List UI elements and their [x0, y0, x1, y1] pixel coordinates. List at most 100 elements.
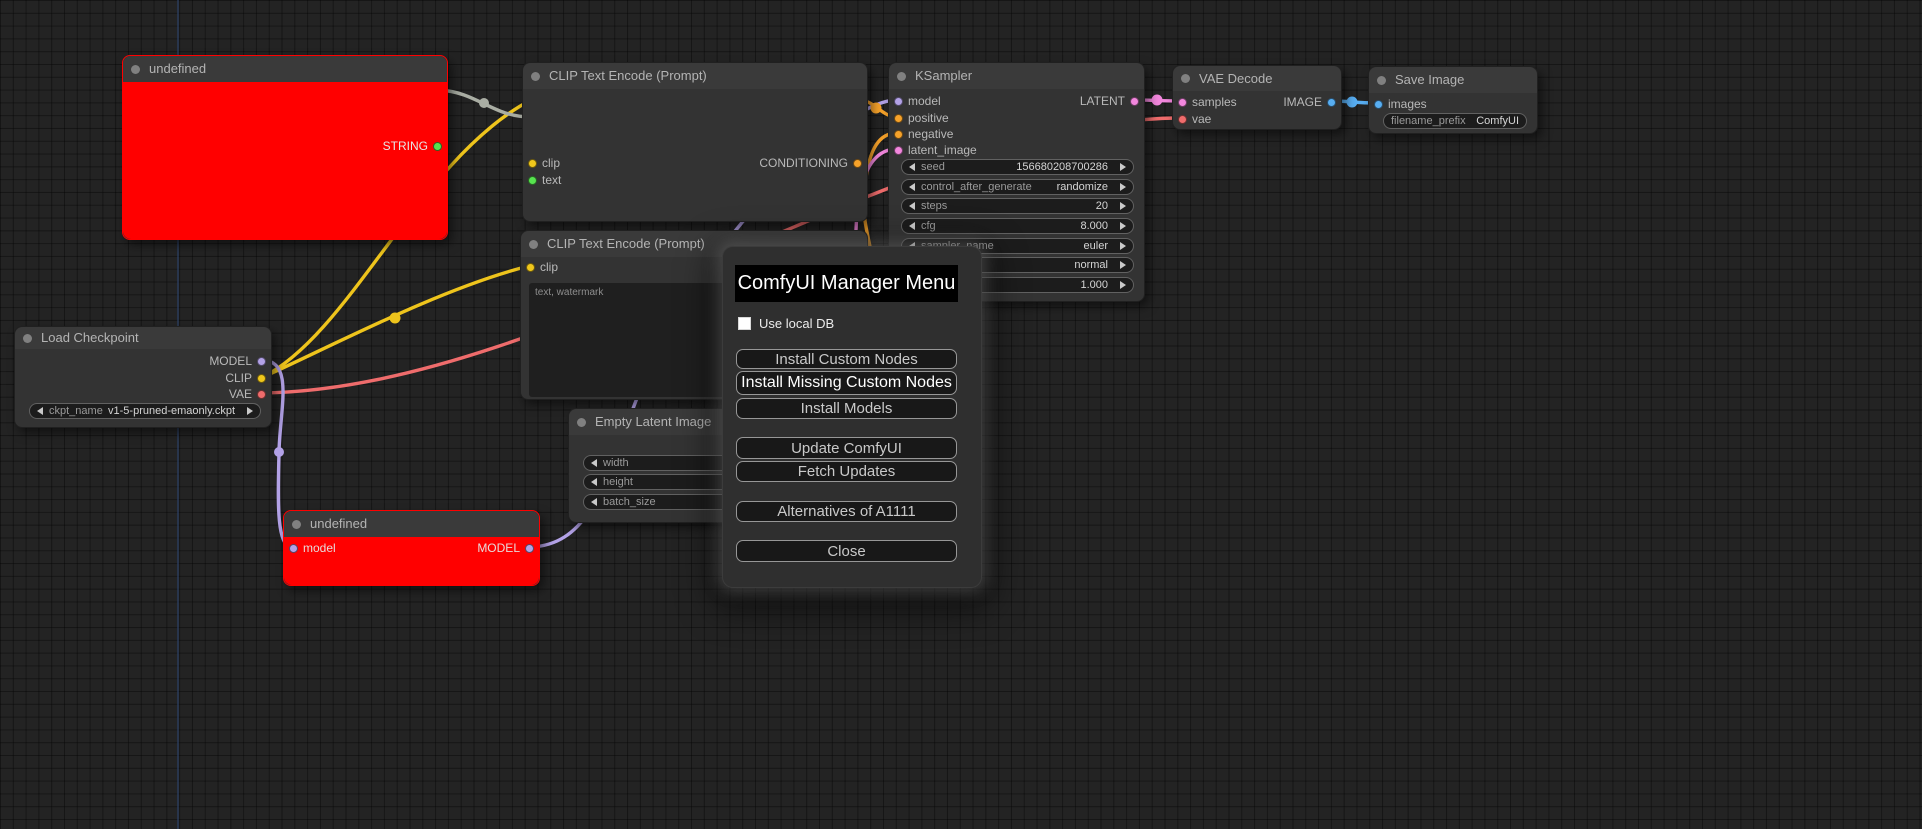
slot-dot[interactable]	[894, 129, 903, 139]
widget-seed[interactable]: seed 156680208700286	[901, 159, 1134, 175]
graph-canvas[interactable]: { "colors": { "wire": { "clip": "#eec41c…	[0, 0, 1922, 829]
collapse-dot-icon[interactable]	[897, 72, 906, 81]
slot-dot[interactable]	[525, 543, 534, 553]
install-models-button[interactable]: Install Models	[736, 398, 957, 419]
comfyui-manager-dialog: ComfyUI Manager Menu Use local DB Instal…	[722, 246, 982, 588]
widget-ckpt-name[interactable]: ckpt_name v1-5-pruned-emaonly.ckpt	[29, 403, 261, 419]
input-slot-clip: clip	[521, 259, 641, 275]
widget-cfg[interactable]: cfg 8.000	[901, 218, 1134, 234]
node-header[interactable]: KSampler	[889, 63, 1144, 89]
decrement-arrow-icon[interactable]	[909, 183, 915, 191]
increment-arrow-icon[interactable]	[1120, 242, 1126, 250]
input-slot-text: text	[523, 172, 643, 188]
input-label: clip	[542, 156, 561, 170]
widget-control-after-generate[interactable]: control_after_generate randomize	[901, 179, 1134, 195]
increment-arrow-icon[interactable]	[1120, 202, 1126, 210]
collapse-dot-icon[interactable]	[1377, 76, 1386, 85]
fetch-updates-button[interactable]: Fetch Updates	[736, 461, 957, 482]
increment-arrow-icon[interactable]	[1120, 163, 1126, 171]
node-title: CLIP Text Encode (Prompt)	[549, 68, 707, 83]
node-header[interactable]: Load Checkpoint	[15, 327, 271, 349]
widget-label: control_after_generate	[921, 181, 1032, 193]
install-custom-nodes-button[interactable]: Install Custom Nodes	[736, 349, 957, 369]
increment-arrow-icon[interactable]	[1120, 261, 1126, 269]
slot-dot[interactable]	[528, 175, 537, 185]
slot-dot[interactable]	[1374, 99, 1383, 109]
slot-dot[interactable]	[1130, 96, 1139, 106]
collapse-dot-icon[interactable]	[529, 240, 538, 249]
widget-filename-prefix[interactable]: filename_prefix ComfyUI	[1383, 113, 1527, 129]
input-slot-positive: positive	[889, 110, 1019, 126]
widget-value: randomize	[1056, 181, 1108, 193]
input-label: latent_image	[908, 143, 977, 157]
link-dot-model[interactable]	[274, 447, 284, 457]
decrement-arrow-icon[interactable]	[909, 163, 915, 171]
collapse-dot-icon[interactable]	[577, 418, 586, 427]
decrement-arrow-icon[interactable]	[37, 407, 43, 415]
close-button[interactable]: Close	[736, 540, 957, 562]
link-dot-string[interactable]	[479, 98, 489, 108]
update-comfyui-button[interactable]: Update ComfyUI	[736, 437, 957, 459]
input-slot-latent-image: latent_image	[889, 142, 1019, 158]
increment-arrow-icon[interactable]	[1120, 281, 1126, 289]
decrement-arrow-icon[interactable]	[591, 459, 597, 467]
collapse-dot-icon[interactable]	[531, 72, 540, 81]
node-title: CLIP Text Encode (Prompt)	[547, 236, 705, 251]
output-slot-string: STRING	[327, 138, 447, 154]
node-vae-decode[interactable]: VAE Decode samples vae IMAGE	[1172, 65, 1342, 130]
slot-dot[interactable]	[257, 356, 266, 366]
collapse-dot-icon[interactable]	[131, 65, 140, 74]
link-dot-conditioning-positive[interactable]	[870, 102, 882, 114]
output-label: MODEL	[477, 541, 520, 555]
alternatives-of-a1111-button[interactable]: Alternatives of A1111	[736, 501, 957, 522]
slot-dot[interactable]	[528, 158, 537, 168]
increment-arrow-icon[interactable]	[1120, 222, 1126, 230]
decrement-arrow-icon[interactable]	[909, 202, 915, 210]
collapse-dot-icon[interactable]	[23, 334, 32, 343]
widget-label: batch_size	[603, 496, 656, 508]
node-undefined-model[interactable]: undefined model MODEL	[283, 510, 540, 586]
input-slot-negative: negative	[889, 126, 1019, 142]
decrement-arrow-icon[interactable]	[591, 478, 597, 486]
increment-arrow-icon[interactable]	[247, 407, 253, 415]
slot-dot[interactable]	[894, 96, 903, 106]
slot-dot[interactable]	[853, 158, 862, 168]
node-header[interactable]: CLIP Text Encode (Prompt)	[523, 63, 867, 89]
slot-dot[interactable]	[289, 543, 298, 553]
widget-label: filename_prefix	[1391, 115, 1466, 127]
decrement-arrow-icon[interactable]	[909, 222, 915, 230]
link-dot-image[interactable]	[1346, 96, 1358, 108]
collapse-dot-icon[interactable]	[1181, 74, 1190, 83]
node-undefined-string[interactable]: undefined STRING	[122, 55, 448, 240]
node-load-checkpoint[interactable]: Load Checkpoint MODEL CLIP VAE ckpt_name…	[14, 326, 272, 428]
widget-value: normal	[1074, 259, 1108, 271]
slot-dot[interactable]	[894, 145, 903, 155]
link-dot-clip[interactable]	[389, 312, 401, 324]
node-header[interactable]: undefined	[284, 511, 539, 537]
slot-dot[interactable]	[894, 113, 903, 123]
collapse-dot-icon[interactable]	[292, 520, 301, 529]
slot-dot[interactable]	[1327, 97, 1336, 107]
node-header[interactable]: VAE Decode	[1173, 66, 1341, 91]
output-slot-model: MODEL	[161, 353, 271, 369]
slot-dot[interactable]	[433, 141, 442, 151]
link-dot-latent[interactable]	[1151, 94, 1163, 106]
widget-value: 156680208700286	[1016, 161, 1108, 173]
decrement-arrow-icon[interactable]	[591, 498, 597, 506]
node-clip-text-encode-top[interactable]: CLIP Text Encode (Prompt) clip text COND…	[522, 62, 868, 222]
slot-dot[interactable]	[1178, 97, 1187, 107]
output-label: IMAGE	[1283, 95, 1322, 109]
node-header[interactable]: undefined	[123, 56, 447, 82]
slot-dot[interactable]	[526, 262, 535, 272]
node-header[interactable]: Save Image	[1369, 67, 1537, 93]
widget-steps[interactable]: steps 20	[901, 198, 1134, 214]
slot-dot[interactable]	[1178, 114, 1187, 124]
input-label: vae	[1192, 112, 1212, 126]
install-missing-custom-nodes-button[interactable]: Install Missing Custom Nodes	[736, 371, 957, 395]
slot-dot[interactable]	[257, 389, 266, 399]
widget-label: width	[603, 457, 629, 469]
use-local-db-checkbox[interactable]	[738, 316, 751, 330]
node-save-image[interactable]: Save Image images filename_prefix ComfyU…	[1368, 66, 1538, 134]
slot-dot[interactable]	[257, 373, 266, 383]
increment-arrow-icon[interactable]	[1120, 183, 1126, 191]
